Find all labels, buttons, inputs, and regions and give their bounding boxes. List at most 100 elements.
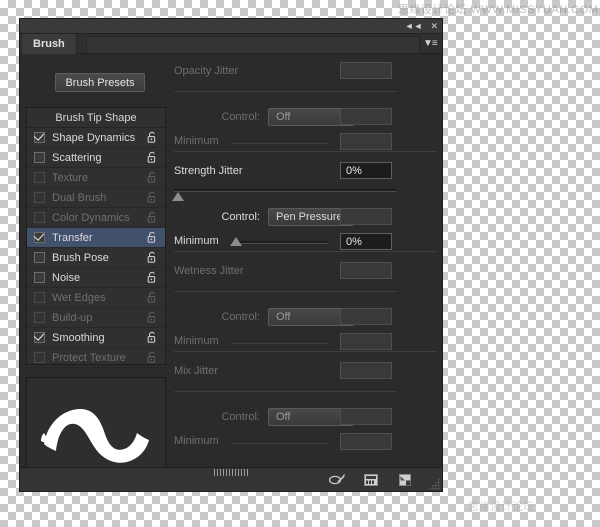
brush-option-row[interactable]: Scattering bbox=[27, 148, 165, 168]
minimum-slider-track[interactable] bbox=[232, 241, 328, 244]
minimum-value-field[interactable] bbox=[340, 333, 392, 350]
minimum-slider-track[interactable] bbox=[232, 441, 328, 444]
checkbox-color-dynamics[interactable] bbox=[34, 212, 45, 223]
checkbox-noise[interactable] bbox=[34, 272, 45, 283]
lock-icon[interactable] bbox=[146, 311, 158, 324]
section-divider bbox=[174, 251, 436, 252]
tab-brush[interactable]: Brush bbox=[22, 34, 77, 54]
jitter-value-field[interactable] bbox=[340, 62, 392, 79]
panel-resize-grip[interactable] bbox=[214, 469, 248, 476]
control-value-field[interactable] bbox=[340, 108, 392, 125]
window-resize-handle[interactable] bbox=[428, 478, 440, 490]
brush-option-label: Brush Pose bbox=[52, 251, 109, 264]
collapse-icon[interactable]: ◄◄ bbox=[405, 20, 423, 32]
control-label: Control: bbox=[221, 211, 260, 223]
jitter-slider-thumb[interactable] bbox=[172, 192, 184, 201]
lock-icon[interactable] bbox=[146, 151, 158, 164]
brush-tip-shape-header[interactable]: Brush Tip Shape bbox=[27, 108, 165, 128]
lock-icon[interactable] bbox=[146, 271, 158, 284]
brush-option-label: Build-up bbox=[52, 311, 93, 324]
panel-footer bbox=[20, 467, 442, 491]
brush-panel: ◄◄ ✕ Brush ▼≡ Brush Presets Brush Tip Sh… bbox=[19, 18, 443, 492]
brush-option-row[interactable]: Protect Texture bbox=[27, 348, 165, 368]
checkbox-protect-texture[interactable] bbox=[34, 352, 45, 363]
create-new-brush-icon[interactable] bbox=[396, 472, 414, 488]
lock-icon[interactable] bbox=[146, 191, 158, 204]
brush-option-row[interactable]: Transfer bbox=[27, 228, 165, 248]
jitter-slider-track[interactable] bbox=[174, 89, 396, 92]
control-select-value: Off bbox=[276, 111, 291, 123]
jitter-value-field[interactable] bbox=[340, 362, 392, 379]
brush-option-row[interactable]: Texture bbox=[27, 168, 165, 188]
brush-option-row[interactable]: Noise bbox=[27, 268, 165, 288]
titlebar-buttons: ◄◄ ✕ bbox=[405, 20, 438, 32]
control-select-value: Pen Pressure bbox=[276, 211, 343, 223]
jitter-value-field[interactable]: 0% bbox=[340, 162, 392, 179]
minimum-value-field[interactable] bbox=[340, 433, 392, 450]
lock-icon[interactable] bbox=[146, 351, 158, 364]
jitter-section: Opacity JitterControl:Off▲▼Minimum bbox=[172, 62, 438, 163]
watermark-top: 思缘设计论坛 WWW.MISSYUAN.COM bbox=[398, 4, 599, 16]
brush-option-row[interactable]: Color Dynamics bbox=[27, 208, 165, 228]
close-icon[interactable]: ✕ bbox=[430, 20, 438, 32]
control-value-field[interactable] bbox=[340, 208, 392, 225]
brush-presets-button[interactable]: Brush Presets bbox=[55, 73, 145, 92]
brush-options-list: Brush Tip Shape Shape Dynamics Scattering… bbox=[26, 107, 166, 368]
tab-bar: Brush ▼≡ bbox=[20, 34, 442, 54]
lock-icon[interactable] bbox=[146, 211, 158, 224]
checkbox-shape-dynamics[interactable] bbox=[34, 132, 45, 143]
screenshot-canvas: 思缘设计论坛 WWW.MISSYUAN.COM 思缘设计论坛 ◄◄ ✕ Brus… bbox=[0, 0, 600, 527]
section-divider bbox=[174, 151, 436, 152]
minimum-slider-track[interactable] bbox=[232, 141, 328, 144]
lock-icon[interactable] bbox=[146, 331, 158, 344]
minimum-slider-thumb[interactable] bbox=[230, 237, 242, 246]
brush-option-label: Protect Texture bbox=[52, 351, 126, 364]
brush-option-row[interactable]: Brush Pose bbox=[27, 248, 165, 268]
minimum-label: Minimum bbox=[174, 435, 219, 447]
jitter-title: Mix Jitter bbox=[174, 365, 218, 377]
panel-titlebar[interactable]: ◄◄ ✕ bbox=[20, 19, 442, 34]
jitter-title: Opacity Jitter bbox=[174, 65, 239, 77]
control-label: Control: bbox=[221, 311, 260, 323]
checkbox-transfer[interactable] bbox=[34, 232, 45, 243]
minimum-label: Minimum bbox=[174, 335, 219, 347]
checkbox-wet-edges[interactable] bbox=[34, 292, 45, 303]
jitter-section: Strength Jitter0%Control:Pen Pressure▲▼M… bbox=[172, 162, 438, 263]
control-value-field[interactable] bbox=[340, 408, 392, 425]
brush-option-row[interactable]: Shape Dynamics bbox=[27, 128, 165, 148]
brush-option-row[interactable]: Dual Brush bbox=[27, 188, 165, 208]
checkbox-build-up[interactable] bbox=[34, 312, 45, 323]
jitter-section: Mix JitterControl:Off▲▼Minimum bbox=[172, 362, 438, 463]
checkbox-dual-brush[interactable] bbox=[34, 192, 45, 203]
lock-icon[interactable] bbox=[146, 131, 158, 144]
brush-option-label: Scattering bbox=[52, 151, 102, 164]
brush-option-row[interactable]: Smoothing bbox=[27, 328, 165, 348]
brush-option-label: Color Dynamics bbox=[52, 211, 130, 224]
panel-body: Brush Presets Brush Tip Shape Shape Dyna… bbox=[20, 55, 442, 473]
jitter-slider-track[interactable] bbox=[174, 189, 396, 192]
new-preset-icon[interactable] bbox=[362, 472, 380, 488]
checkbox-scattering[interactable] bbox=[34, 152, 45, 163]
minimum-slider-track[interactable] bbox=[232, 341, 328, 344]
brush-option-row[interactable]: Wet Edges bbox=[27, 288, 165, 308]
minimum-value-field[interactable] bbox=[340, 133, 392, 150]
minimum-label: Minimum bbox=[174, 135, 219, 147]
checkbox-texture[interactable] bbox=[34, 172, 45, 183]
checkbox-smoothing[interactable] bbox=[34, 332, 45, 343]
lock-icon[interactable] bbox=[146, 291, 158, 304]
minimum-value-field[interactable]: 0% bbox=[340, 233, 392, 250]
jitter-slider-track[interactable] bbox=[174, 389, 396, 392]
lock-icon[interactable] bbox=[146, 171, 158, 184]
control-label: Control: bbox=[221, 111, 260, 123]
brush-option-label: Dual Brush bbox=[52, 191, 107, 204]
panel-menu-icon[interactable]: ▼≡ bbox=[423, 38, 439, 50]
brush-option-label: Shape Dynamics bbox=[52, 131, 136, 144]
lock-icon[interactable] bbox=[146, 231, 158, 244]
jitter-value-field[interactable] bbox=[340, 262, 392, 279]
brush-option-row[interactable]: Build-up bbox=[27, 308, 165, 328]
checkbox-brush-pose[interactable] bbox=[34, 252, 45, 263]
jitter-slider-track[interactable] bbox=[174, 289, 396, 292]
control-value-field[interactable] bbox=[340, 308, 392, 325]
lock-icon[interactable] bbox=[146, 251, 158, 264]
brush-toggle-icon[interactable] bbox=[328, 472, 346, 488]
